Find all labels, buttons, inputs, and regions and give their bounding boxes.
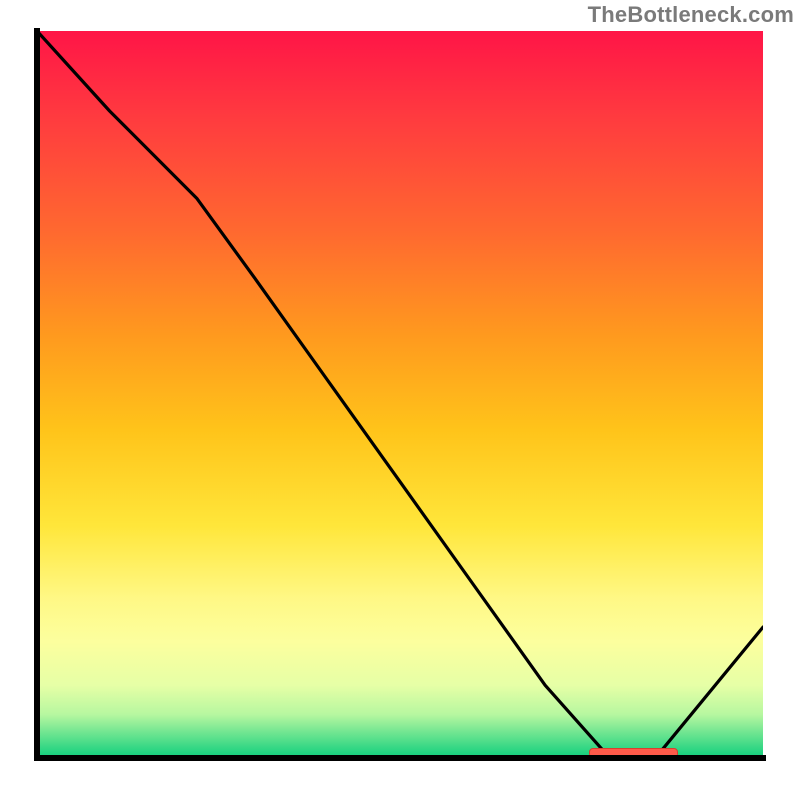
plot-area — [37, 31, 763, 758]
curve-path — [37, 31, 763, 754]
watermark-text: TheBottleneck.com — [588, 2, 794, 28]
chart-container: TheBottleneck.com — [0, 0, 800, 800]
highlight-marker — [589, 748, 678, 758]
data-line — [37, 31, 763, 758]
